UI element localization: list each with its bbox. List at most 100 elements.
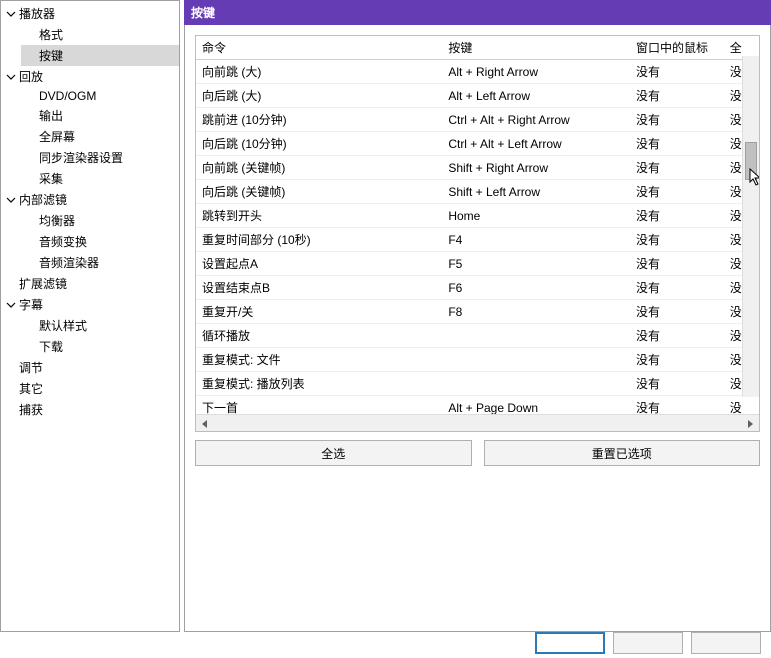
cell-command: 跳转到开头: [196, 204, 442, 228]
tree-item[interactable]: 格式: [21, 24, 179, 45]
cell-mouse: 没有: [630, 204, 724, 228]
chevron-down-icon[interactable]: [5, 194, 17, 206]
col-key[interactable]: 按键: [442, 36, 630, 60]
tree-item-label: 捕获: [19, 401, 43, 418]
cell-mouse: 没有: [630, 348, 724, 372]
cell-command: 下一首: [196, 396, 442, 415]
table-row[interactable]: 重复开/关F8没有没: [196, 300, 759, 324]
vertical-scrollbar[interactable]: [742, 56, 759, 397]
tree-item[interactable]: 下载: [21, 336, 179, 357]
cell-key: Ctrl + Alt + Left Arrow: [442, 132, 630, 156]
cell-mouse: 没有: [630, 180, 724, 204]
cell-key: Alt + Right Arrow: [442, 60, 630, 84]
tree-item[interactable]: 调节: [1, 357, 179, 378]
ok-button[interactable]: [535, 632, 605, 654]
col-mouse[interactable]: 窗口中的鼠标: [630, 36, 724, 60]
tree-item-label: 输出: [39, 107, 63, 124]
cell-command: 向后跳 (关键帧): [196, 180, 442, 204]
tree-item[interactable]: 捕获: [1, 399, 179, 420]
cell-key: F8: [442, 300, 630, 324]
cell-key: [442, 324, 630, 348]
tree-item[interactable]: 回放: [1, 66, 179, 87]
tree-item[interactable]: 扩展滤镜: [1, 273, 179, 294]
tree-item-label: 内部滤镜: [19, 191, 67, 208]
tree-item[interactable]: 字幕: [1, 294, 179, 315]
chevron-down-icon[interactable]: [5, 71, 17, 83]
reset-selected-button[interactable]: 重置已选项: [484, 440, 761, 466]
cell-key: F6: [442, 276, 630, 300]
table-row[interactable]: 跳前进 (10分钟)Ctrl + Alt + Right Arrow没有没: [196, 108, 759, 132]
table-row[interactable]: 跳转到开头Home没有没: [196, 204, 759, 228]
table-row[interactable]: 设置结束点BF6没有没: [196, 276, 759, 300]
table-row[interactable]: 向后跳 (10分钟)Ctrl + Alt + Left Arrow没有没: [196, 132, 759, 156]
cell-mouse: 没有: [630, 396, 724, 415]
tree-item-label: 字幕: [19, 296, 43, 313]
keybindings-table[interactable]: 命令 按键 窗口中的鼠标 全 向前跳 (大)Alt + Right Arrow没…: [196, 36, 759, 414]
tree-item-label: 其它: [19, 380, 43, 397]
cell-mouse: 没有: [630, 252, 724, 276]
tree-item-label: 扩展滤镜: [19, 275, 67, 292]
table-row[interactable]: 向前跳 (大)Alt + Right Arrow没有没: [196, 60, 759, 84]
table-row[interactable]: 重复模式: 文件没有没: [196, 348, 759, 372]
apply-button[interactable]: [691, 632, 761, 654]
table-row[interactable]: 重复时间部分 (10秒)F4没有没: [196, 228, 759, 252]
table-row[interactable]: 向后跳 (大)Alt + Left Arrow没有没: [196, 84, 759, 108]
chevron-down-icon[interactable]: [5, 8, 17, 20]
tree-item-label: 按键: [39, 47, 63, 64]
tree-item[interactable]: 均衡器: [21, 210, 179, 231]
cell-mouse: 没有: [630, 228, 724, 252]
tree-leaf-icon: [5, 404, 17, 416]
horizontal-scrollbar[interactable]: [196, 414, 759, 431]
tree-item-label: 全屏幕: [39, 128, 75, 145]
tree-item[interactable]: 同步渲染器设置: [21, 147, 179, 168]
tree-item[interactable]: 输出: [21, 105, 179, 126]
tree-item-label: DVD/OGM: [39, 89, 96, 103]
cell-mouse: 没有: [630, 156, 724, 180]
tree-item[interactable]: 内部滤镜: [1, 189, 179, 210]
cell-mouse: 没有: [630, 108, 724, 132]
tree-item[interactable]: 采集: [21, 168, 179, 189]
tree-item[interactable]: 全屏幕: [21, 126, 179, 147]
tree-item[interactable]: 音频渲染器: [21, 252, 179, 273]
scrollbar-thumb[interactable]: [745, 142, 757, 180]
cancel-button[interactable]: [613, 632, 683, 654]
table-row[interactable]: 重复模式: 播放列表没有没: [196, 372, 759, 396]
cell-command: 向后跳 (大): [196, 84, 442, 108]
table-row[interactable]: 向前跳 (关键帧)Shift + Right Arrow没有没: [196, 156, 759, 180]
cell-command: 向前跳 (关键帧): [196, 156, 442, 180]
table-row[interactable]: 向后跳 (关键帧)Shift + Left Arrow没有没: [196, 180, 759, 204]
tree-item-label: 音频渲染器: [39, 254, 99, 271]
tree-item[interactable]: 按键: [21, 45, 179, 66]
dialog-buttons: [535, 632, 761, 654]
cell-command: 重复模式: 文件: [196, 348, 442, 372]
tree-leaf-icon: [5, 383, 17, 395]
chevron-down-icon[interactable]: [5, 299, 17, 311]
cell-mouse: 没有: [630, 132, 724, 156]
select-all-button[interactable]: 全选: [195, 440, 472, 466]
table-row[interactable]: 设置起点AF5没有没: [196, 252, 759, 276]
col-command[interactable]: 命令: [196, 36, 442, 60]
cell-command: 设置起点A: [196, 252, 442, 276]
tree-leaf-icon: [5, 362, 17, 374]
tree-item-label: 采集: [39, 170, 63, 187]
cell-key: Home: [442, 204, 630, 228]
tree-item[interactable]: 默认样式: [21, 315, 179, 336]
tree-item[interactable]: 音频变换: [21, 231, 179, 252]
cell-mouse: 没有: [630, 300, 724, 324]
panel-title: 按键: [184, 0, 771, 25]
cell-command: 重复时间部分 (10秒): [196, 228, 442, 252]
cell-key: F4: [442, 228, 630, 252]
cell-mouse: 没有: [630, 276, 724, 300]
tree-leaf-icon: [5, 278, 17, 290]
scroll-left-icon[interactable]: [200, 418, 210, 428]
keybindings-table-wrap: 命令 按键 窗口中的鼠标 全 向前跳 (大)Alt + Right Arrow没…: [195, 35, 760, 432]
table-row[interactable]: 循环播放没有没: [196, 324, 759, 348]
tree-item-label: 默认样式: [39, 317, 87, 334]
settings-tree[interactable]: 播放器格式按键回放 DVD/OGM 输出全屏幕同步渲染器设置采集内部滤镜均衡器音频变…: [0, 0, 180, 632]
scroll-right-icon[interactable]: [745, 418, 755, 428]
tree-item[interactable]: 其它: [1, 378, 179, 399]
tree-item[interactable]: 播放器: [1, 3, 179, 24]
tree-item[interactable]: DVD/OGM: [21, 87, 179, 105]
cell-mouse: 没有: [630, 60, 724, 84]
table-row[interactable]: 下一首Alt + Page Down没有没: [196, 396, 759, 415]
